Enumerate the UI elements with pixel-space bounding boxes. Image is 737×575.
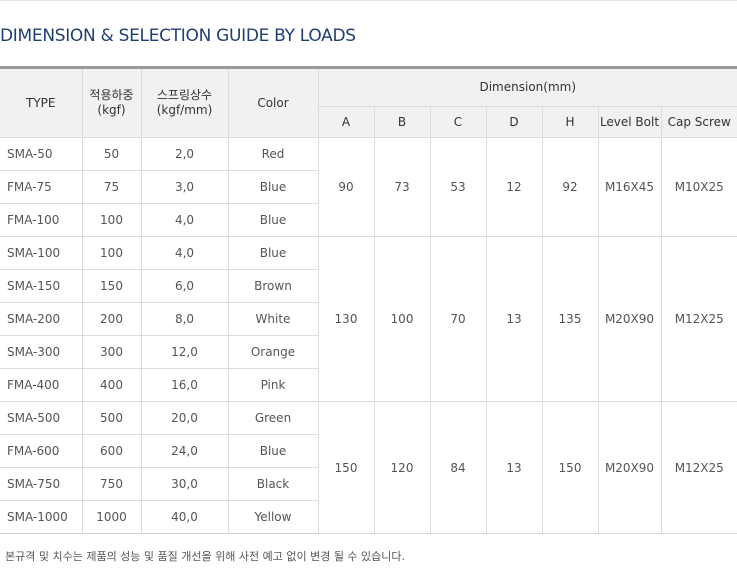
cell-dim-a: 150: [317, 401, 375, 534]
cell-dim-h: 150: [541, 401, 599, 534]
cell-cap-screw: M12X25: [660, 236, 737, 402]
cell-dim-b: 73: [373, 137, 431, 237]
cell-color: Blue: [227, 203, 318, 237]
cell-color: Blue: [227, 236, 319, 270]
cell-dim-c: 53: [429, 137, 487, 237]
cell-spring-constant: 4,0: [140, 236, 229, 270]
cell-color: Brown: [227, 269, 318, 303]
cell-color: Red: [227, 137, 319, 171]
cell-load: 300: [81, 335, 142, 369]
table-row: SMA-500 500 20,0 Green 150 120 84 13 150 M20X90 M1…: [0, 401, 737, 534]
cell-spring-constant: 20,0: [140, 401, 229, 435]
cell-dim-c: 70: [429, 236, 487, 402]
page-title: DIMENSION & SELECTION GUIDE BY LOADS: [0, 26, 356, 46]
header-level-bolt: Level Bolt: [597, 106, 662, 138]
cell-load: 75: [81, 170, 142, 204]
cell-color: Blue: [227, 170, 318, 204]
cell-dim-a: 90: [317, 137, 375, 237]
cell-load: 200: [81, 302, 142, 336]
header-dim-a: A: [318, 106, 375, 138]
header-dim-h: H: [541, 106, 599, 138]
cell-level-bolt: M20X90: [597, 401, 662, 534]
cell-type: FMA-600: [0, 434, 83, 468]
footnote: 본규격 및 치수는 제품의 성능 및 품질 개선을 위해 사전 예고 없이 변경…: [5, 550, 406, 563]
cell-cap-screw: M12X25: [660, 401, 737, 534]
spec-table-body: SMA-50 50 2,0 Red 90 73 53 12 92 M16X45 M10X25 FMA-…: [0, 137, 737, 534]
cell-spring-constant: 8,0: [140, 302, 229, 336]
cell-color: Pink: [227, 368, 318, 402]
spec-table: TYPE 적용하중 (kgf) 스프링상수 (kgf/mm) Color Dim…: [0, 66, 737, 534]
cell-load: 1000: [81, 500, 142, 534]
cell-dim-b: 120: [373, 401, 431, 534]
cell-spring-constant: 24,0: [140, 434, 229, 468]
cell-dim-a: 130: [317, 236, 375, 402]
header-dim-d: D: [485, 106, 543, 138]
cell-dim-b: 100: [373, 236, 431, 402]
cell-spring-constant: 12,0: [140, 335, 229, 369]
cell-type: SMA-50: [0, 137, 83, 171]
header-load-label: 적용하중: [89, 88, 134, 102]
cell-color: Orange: [227, 335, 318, 369]
cell-spring-constant: 40,0: [140, 500, 229, 534]
cell-type: SMA-500: [0, 401, 83, 435]
cell-type: SMA-200: [0, 302, 83, 336]
cell-dim-h: 135: [541, 236, 599, 402]
cell-spring-constant: 6,0: [140, 269, 229, 303]
cell-spring-constant: 4,0: [140, 203, 229, 237]
cell-load: 600: [81, 434, 142, 468]
cell-dim-d: 12: [485, 137, 543, 237]
cell-level-bolt: M20X90: [597, 236, 662, 402]
cell-color: Yellow: [227, 500, 318, 534]
cell-load: 400: [81, 368, 142, 402]
cell-color: White: [227, 302, 318, 336]
cell-color: Green: [227, 401, 319, 435]
header-spring-label: 스프링상수: [156, 88, 213, 102]
header-type: TYPE: [0, 66, 83, 138]
cell-spring-constant: 16,0: [140, 368, 229, 402]
cell-spring-constant: 3,0: [140, 170, 229, 204]
cell-level-bolt: M16X45: [597, 137, 662, 237]
cell-color: Blue: [227, 434, 318, 468]
header-color: Color: [227, 66, 319, 138]
table-row: SMA-50 50 2,0 Red 90 73 53 12 92 M16X45 M10X25: [0, 137, 737, 237]
cell-type: SMA-300: [0, 335, 83, 369]
cell-type: FMA-75: [0, 170, 83, 204]
cell-load: 50: [81, 137, 142, 171]
cell-type: SMA-100: [0, 236, 83, 270]
header-dim-c: C: [429, 106, 487, 138]
cell-spring-constant: 2,0: [140, 137, 229, 171]
header-dimension: Dimension(mm): [317, 66, 737, 107]
header-dim-b: B: [373, 106, 431, 138]
cell-load: 100: [81, 236, 142, 270]
cell-type: SMA-150: [0, 269, 83, 303]
header-cap-screw: Cap Screw: [660, 106, 737, 138]
header-load-unit: (kgf): [97, 103, 126, 117]
cell-load: 150: [81, 269, 142, 303]
header-spring: 스프링상수 (kgf/mm): [140, 66, 229, 138]
cell-type: SMA-1000: [0, 500, 83, 534]
cell-load: 100: [81, 203, 142, 237]
top-divider: [0, 0, 737, 1]
cell-load: 750: [81, 467, 142, 501]
cell-dim-d: 13: [485, 236, 543, 402]
cell-dim-d: 13: [485, 401, 543, 534]
table-row: SMA-100 100 4,0 Blue 130 100 70 13 135 M20X90 M12X…: [0, 236, 737, 402]
cell-cap-screw: M10X25: [660, 137, 737, 237]
cell-dim-h: 92: [541, 137, 599, 237]
header-spring-unit: (kgf/mm): [156, 103, 213, 117]
cell-color: Black: [227, 467, 318, 501]
cell-spring-constant: 30,0: [140, 467, 229, 501]
cell-type: FMA-400: [0, 368, 83, 402]
cell-type: SMA-750: [0, 467, 83, 501]
header-load: 적용하중 (kgf): [81, 66, 142, 138]
cell-type: FMA-100: [0, 203, 83, 237]
cell-load: 500: [81, 401, 142, 435]
cell-dim-c: 84: [429, 401, 487, 534]
